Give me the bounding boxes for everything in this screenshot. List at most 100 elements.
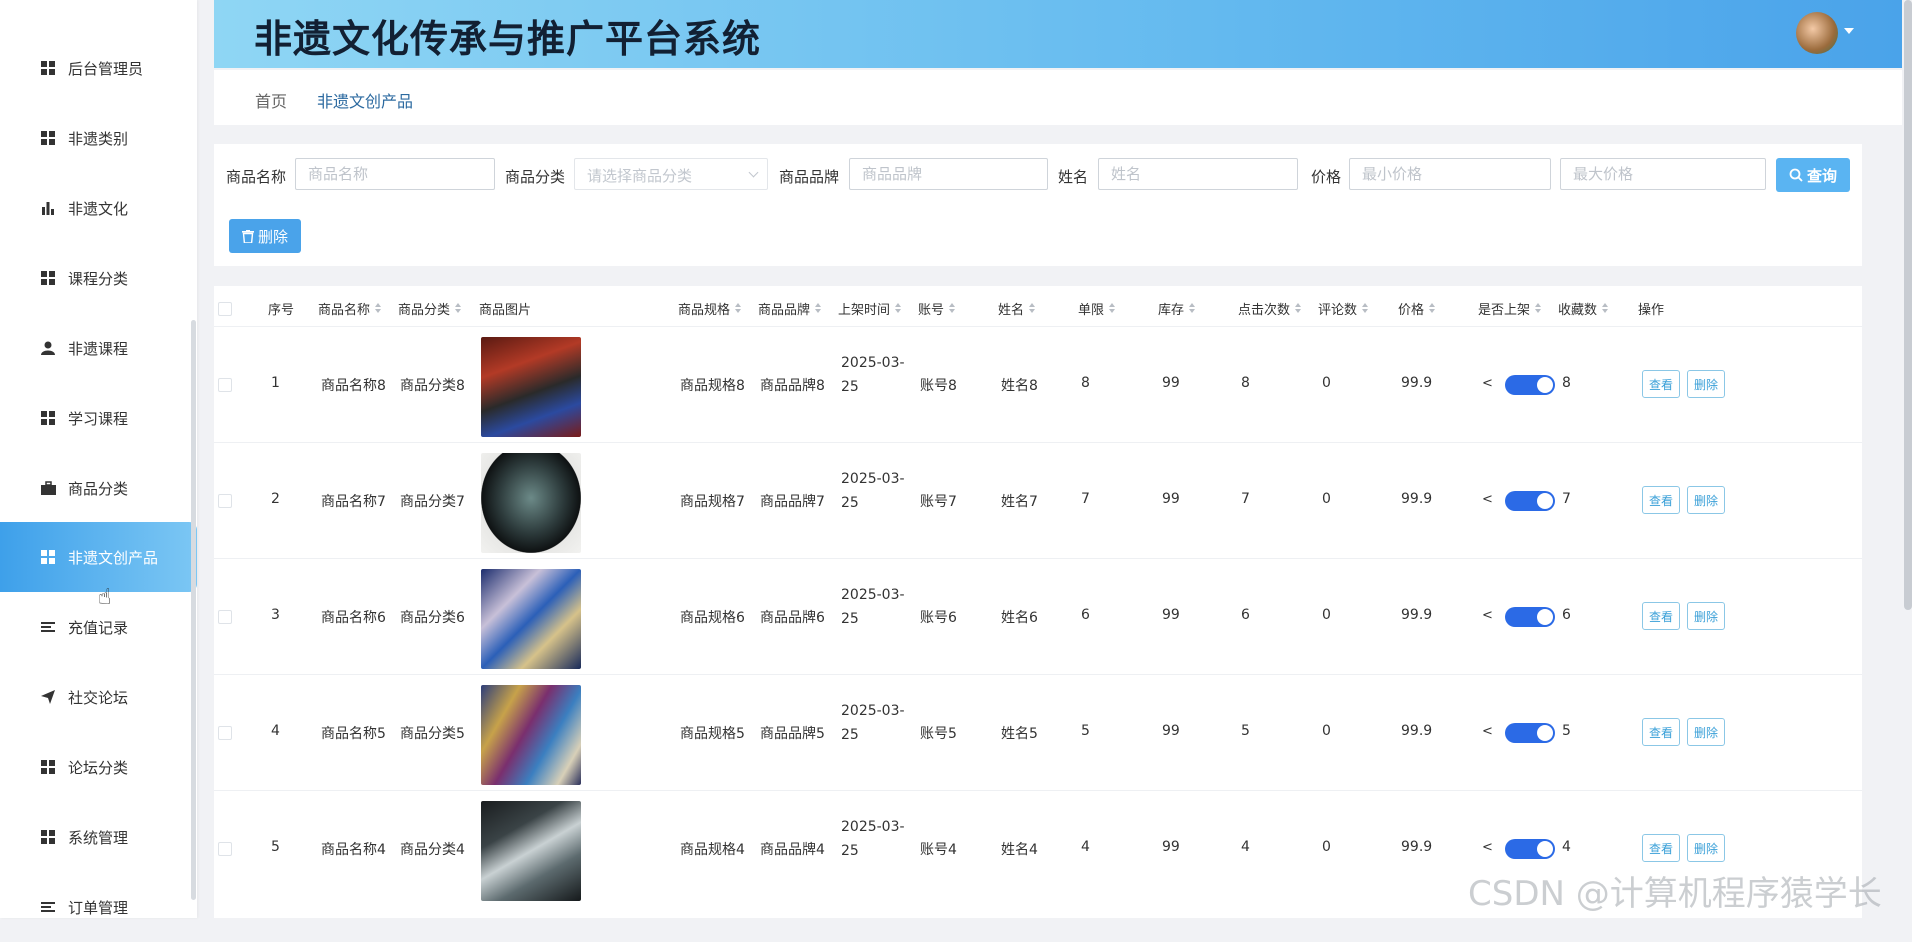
header-limit[interactable]: 单限 <box>1078 299 1116 318</box>
row-checkbox[interactable] <box>218 494 232 508</box>
product-brand-input[interactable] <box>849 158 1048 190</box>
header-comments[interactable]: 评论数 <box>1318 299 1369 318</box>
sort-icon[interactable] <box>1109 303 1116 314</box>
delete-button[interactable]: 删除 <box>1687 834 1725 862</box>
cell-brand: 商品品牌4 <box>760 842 825 858</box>
sort-icon[interactable] <box>455 303 462 314</box>
sort-icon[interactable] <box>1429 303 1436 314</box>
view-button[interactable]: 查看 <box>1642 602 1680 630</box>
sort-icon[interactable] <box>735 303 742 314</box>
delete-button[interactable]: 删除 <box>1687 370 1725 398</box>
header-stock[interactable]: 库存 <box>1158 299 1196 318</box>
view-button[interactable]: 查看 <box>1642 370 1680 398</box>
select-all-checkbox[interactable] <box>218 302 232 316</box>
delete-button[interactable]: 删除 <box>1687 602 1725 630</box>
avatar[interactable] <box>1796 12 1838 54</box>
share-icon[interactable]: < <box>1482 840 1493 855</box>
product-image[interactable] <box>481 453 581 553</box>
price-label: 价格 <box>1311 168 1342 186</box>
header-favorites[interactable]: 收藏数 <box>1558 299 1609 318</box>
view-button[interactable]: 查看 <box>1642 834 1680 862</box>
sort-icon[interactable] <box>1535 303 1542 314</box>
sidebar-item-order-management[interactable]: 订单管理 <box>0 872 197 942</box>
sidebar-item-label: 非遗类别 <box>68 129 129 148</box>
sidebar-item-product-category[interactable]: 商品分类 <box>0 453 197 523</box>
sort-icon[interactable] <box>1602 303 1609 314</box>
sidebar-item-course-category[interactable]: 课程分类 <box>0 243 197 313</box>
listed-toggle[interactable] <box>1505 491 1555 511</box>
header-time[interactable]: 上架时间 <box>838 299 902 318</box>
person-name-input[interactable] <box>1098 158 1298 190</box>
page-scrollbar[interactable] <box>1904 0 1912 610</box>
sidebar-item-admin[interactable]: 后台管理员 <box>0 33 197 103</box>
cell-favorites: 4 <box>1562 839 1571 855</box>
bar-chart-icon <box>40 200 56 216</box>
sort-icon[interactable] <box>815 303 822 314</box>
share-icon[interactable]: < <box>1482 608 1493 623</box>
sidebar-item-heritage-category[interactable]: 非遗类别 <box>0 103 197 173</box>
listed-toggle[interactable] <box>1505 839 1555 859</box>
delete-button[interactable]: 删除 <box>1687 718 1725 746</box>
breadcrumb-home[interactable]: 首页 <box>255 88 287 112</box>
cell-category: 商品分类4 <box>400 842 465 858</box>
row-checkbox[interactable] <box>218 610 232 624</box>
sort-icon[interactable] <box>1295 303 1302 314</box>
cell-clicks: 5 <box>1241 723 1250 739</box>
header-account[interactable]: 账号 <box>918 299 956 318</box>
sidebar-item-label: 后台管理员 <box>68 59 144 78</box>
sort-icon[interactable] <box>1029 303 1036 314</box>
view-button[interactable]: 查看 <box>1642 718 1680 746</box>
listed-toggle[interactable] <box>1505 723 1555 743</box>
sidebar-scrollbar[interactable] <box>191 320 196 900</box>
product-name-input[interactable] <box>295 158 495 190</box>
listed-toggle[interactable] <box>1505 607 1555 627</box>
header-name[interactable]: 商品名称 <box>318 299 382 318</box>
row-checkbox[interactable] <box>218 378 232 392</box>
list-icon <box>40 619 56 635</box>
header-person[interactable]: 姓名 <box>998 299 1036 318</box>
view-button[interactable]: 查看 <box>1642 486 1680 514</box>
product-image[interactable] <box>481 685 581 785</box>
query-button[interactable]: 查询 <box>1776 158 1850 192</box>
cell-person: 姓名5 <box>1001 726 1038 742</box>
product-image[interactable] <box>481 569 581 669</box>
sort-icon[interactable] <box>895 303 902 314</box>
header-spec[interactable]: 商品规格 <box>678 299 742 318</box>
sidebar-item-system-management[interactable]: 系统管理 <box>0 802 197 872</box>
sidebar-item-heritage-course[interactable]: 非遗课程 <box>0 313 197 383</box>
row-checkbox[interactable] <box>218 842 232 856</box>
toggle-knob <box>1537 493 1553 509</box>
share-icon[interactable]: < <box>1482 376 1493 391</box>
delete-button[interactable]: 删除 <box>1687 486 1725 514</box>
chevron-down-icon[interactable] <box>1844 28 1854 34</box>
sidebar-item-social-forum[interactable]: 社交论坛 <box>0 662 197 732</box>
product-image[interactable] <box>481 337 581 437</box>
sort-icon[interactable] <box>375 303 382 314</box>
price-min-input[interactable] <box>1349 158 1551 190</box>
sort-icon[interactable] <box>949 303 956 314</box>
product-category-select[interactable]: 请选择商品分类 <box>574 158 768 190</box>
share-icon[interactable]: < <box>1482 724 1493 739</box>
sort-icon[interactable] <box>1362 303 1369 314</box>
header-category[interactable]: 商品分类 <box>398 299 462 318</box>
header-brand[interactable]: 商品品牌 <box>758 299 822 318</box>
products-table: 序号 商品名称 商品分类 商品图片 商品规格 商品品牌 上架时间 账号 姓名 单… <box>214 286 1862 918</box>
sidebar-item-study-course[interactable]: 学习课程 <box>0 383 197 453</box>
table-row: 2 商品名称7 商品分类7 商品规格7 商品品牌7 2025-03-25 账号7… <box>214 442 1862 559</box>
briefcase-icon <box>40 480 56 496</box>
sort-icon[interactable] <box>1189 303 1196 314</box>
cell-stock: 99 <box>1162 839 1180 855</box>
header-price[interactable]: 价格 <box>1398 299 1436 318</box>
cell-price: 99.9 <box>1401 723 1433 739</box>
share-icon[interactable]: < <box>1482 492 1493 507</box>
header-clicks[interactable]: 点击次数 <box>1238 299 1302 318</box>
sidebar-item-heritage-culture[interactable]: 非遗文化 <box>0 173 197 243</box>
header-listed[interactable]: 是否上架 <box>1478 299 1542 318</box>
row-checkbox[interactable] <box>218 726 232 740</box>
sidebar-item-heritage-products[interactable]: 非遗文创产品 <box>0 522 197 592</box>
sidebar-item-forum-category[interactable]: 论坛分类 <box>0 732 197 802</box>
listed-toggle[interactable] <box>1505 375 1555 395</box>
price-max-input[interactable] <box>1560 158 1766 190</box>
product-image[interactable] <box>481 801 581 901</box>
batch-delete-button[interactable]: 删除 <box>229 219 301 253</box>
